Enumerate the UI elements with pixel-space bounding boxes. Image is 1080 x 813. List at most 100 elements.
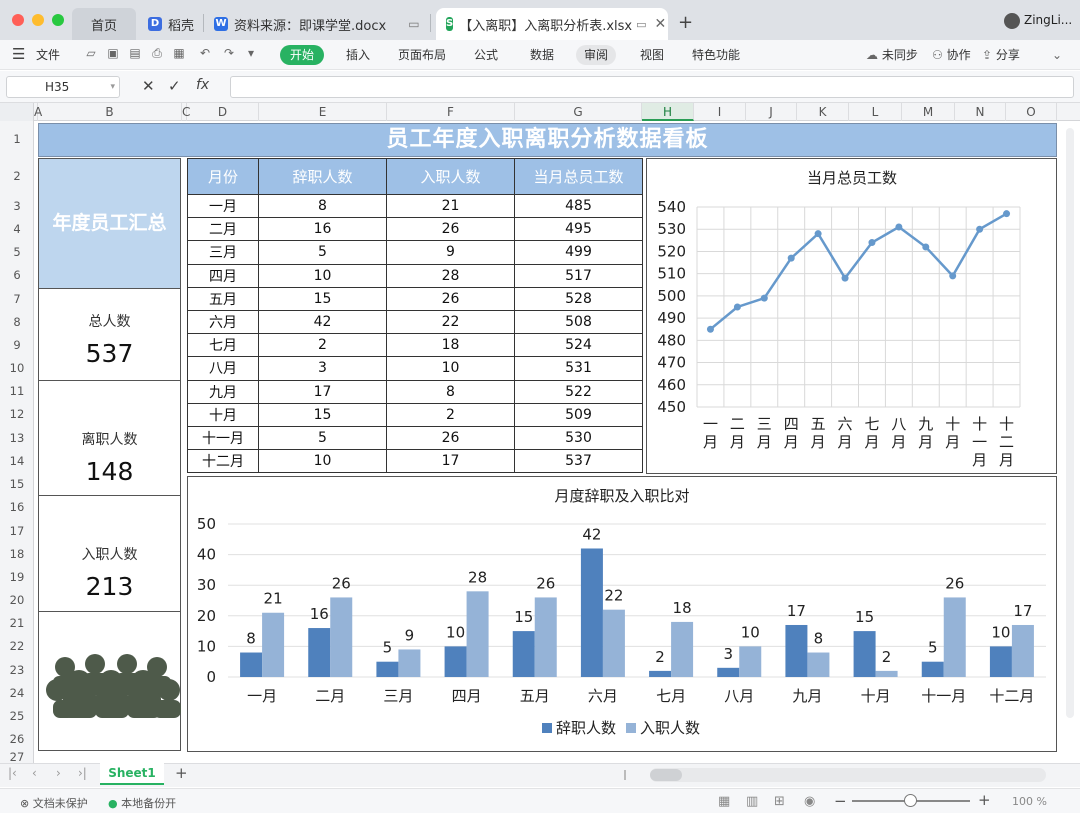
month-cell[interactable]: 二月 — [187, 217, 259, 242]
total-cell[interactable]: 495 — [514, 217, 643, 242]
column-header-e[interactable]: E — [259, 103, 387, 121]
row-header-26[interactable]: 26 — [0, 728, 34, 751]
hired-cell[interactable]: 2 — [386, 402, 515, 427]
resigned-cell[interactable]: 15 — [258, 286, 387, 311]
total-cell[interactable]: 524 — [514, 333, 643, 358]
row-header-1[interactable]: 1 — [0, 121, 34, 158]
row-header-18[interactable]: 18 — [0, 543, 34, 566]
menu-insert[interactable]: 插入 — [346, 45, 370, 65]
tab-docer[interactable]: D 稻壳 — [138, 8, 204, 40]
next-sheet-icon[interactable]: › — [56, 766, 61, 780]
tab-xlsx[interactable]: S 【入离职】入离职分析表.xlsx ▭ ✕ — [436, 8, 668, 40]
month-cell[interactable]: 五月 — [187, 286, 259, 311]
horizontal-scrollbar-track[interactable] — [650, 768, 1046, 782]
total-cell[interactable]: 517 — [514, 263, 643, 288]
resigned-cell[interactable]: 17 — [258, 379, 387, 404]
total-cell[interactable]: 531 — [514, 356, 643, 381]
cancel-edit-icon[interactable]: ✕ — [142, 77, 155, 95]
total-cell[interactable]: 499 — [514, 240, 643, 265]
total-cell[interactable]: 509 — [514, 402, 643, 427]
menu-formula[interactable]: 公式 — [474, 45, 498, 65]
close-window-button[interactable] — [12, 14, 24, 26]
row-header-12[interactable]: 12 — [0, 403, 34, 426]
column-header-b[interactable]: B — [38, 103, 182, 121]
hired-cell[interactable]: 17 — [386, 449, 515, 474]
column-header-f[interactable]: F — [387, 103, 515, 121]
minimize-window-button[interactable] — [32, 14, 44, 26]
hamburger-menu-icon[interactable]: ☰ — [12, 45, 25, 63]
pin-window-icon[interactable]: ▭ — [408, 17, 419, 31]
resigned-cell[interactable]: 10 — [258, 449, 387, 474]
row-header-24[interactable]: 24 — [0, 682, 34, 705]
formula-input[interactable] — [230, 76, 1074, 98]
total-cell[interactable]: 530 — [514, 425, 643, 451]
row-header-5[interactable]: 5 — [0, 241, 34, 264]
row-header-16[interactable]: 16 — [0, 496, 34, 519]
column-header-g[interactable]: G — [515, 103, 642, 121]
month-cell[interactable]: 七月 — [187, 333, 259, 358]
month-cell[interactable]: 十二月 — [187, 449, 259, 474]
eye-protection-icon[interactable]: ◉ — [804, 794, 815, 809]
confirm-edit-icon[interactable]: ✓ — [168, 77, 181, 95]
row-header-13[interactable]: 13 — [0, 426, 34, 450]
user-name[interactable]: ZingLi... — [1024, 13, 1072, 27]
sheet-tab-sheet1[interactable]: Sheet1 — [100, 763, 164, 785]
collaborate-button[interactable]: ⚇ 协作 — [932, 45, 971, 65]
resigned-cell[interactable]: 15 — [258, 402, 387, 427]
name-box[interactable]: H35 ▾ — [6, 76, 120, 98]
menu-view[interactable]: 视图 — [640, 45, 664, 65]
line-chart-panel[interactable]: 当月总员工数 450 460 470 480 490 500 510 520 530 540 一月 二月… — [646, 158, 1057, 474]
column-header-h[interactable]: H — [642, 103, 694, 121]
total-cell[interactable]: 485 — [514, 193, 643, 219]
hired-cell[interactable]: 8 — [386, 379, 515, 404]
month-cell[interactable]: 十月 — [187, 402, 259, 427]
resigned-cell[interactable]: 8 — [258, 193, 387, 219]
menu-page-layout[interactable]: 页面布局 — [398, 45, 446, 65]
column-header-j[interactable]: J — [746, 103, 797, 121]
resigned-cell[interactable]: 10 — [258, 263, 387, 288]
open-folder-icon[interactable]: ▱ — [84, 46, 98, 60]
customize-toolbar-icon[interactable]: ▾ — [244, 46, 258, 60]
resigned-cell[interactable]: 16 — [258, 217, 387, 242]
hired-cell[interactable]: 26 — [386, 425, 515, 451]
insert-function-icon[interactable]: fx — [196, 77, 209, 93]
total-cell[interactable]: 537 — [514, 449, 643, 474]
zoom-in-button[interactable]: + — [978, 791, 991, 809]
month-cell[interactable]: 四月 — [187, 263, 259, 288]
row-header-20[interactable]: 20 — [0, 589, 34, 612]
column-header-k[interactable]: K — [797, 103, 849, 121]
hired-cell[interactable]: 26 — [386, 286, 515, 311]
zoom-slider-thumb[interactable] — [904, 794, 917, 807]
row-header-3[interactable]: 3 — [0, 195, 34, 218]
row-header-9[interactable]: 9 — [0, 334, 34, 357]
hired-cell[interactable]: 22 — [386, 309, 515, 335]
bar-chart-panel[interactable]: 月度辞职及入职比对 0 10 20 30 40 50 8 21 一月 16 26 二月 5 9 三月 10 28 四… — [187, 476, 1057, 752]
zoom-level[interactable]: 100 % — [1012, 795, 1047, 808]
total-cell[interactable]: 508 — [514, 309, 643, 335]
column-header-l[interactable]: L — [849, 103, 902, 121]
page-layout-view-icon[interactable]: ⊞ — [774, 794, 785, 809]
first-sheet-icon[interactable]: |‹ — [8, 766, 17, 780]
resigned-cell[interactable]: 2 — [258, 333, 387, 358]
column-header-m[interactable]: M — [902, 103, 955, 121]
month-cell[interactable]: 九月 — [187, 379, 259, 404]
resigned-cell[interactable]: 5 — [258, 425, 387, 451]
column-header-n[interactable]: N — [955, 103, 1006, 121]
tab-home[interactable]: 首页 — [72, 8, 136, 40]
menu-special-features[interactable]: 特色功能 — [692, 45, 740, 65]
row-header-17[interactable]: 17 — [0, 519, 34, 543]
hired-cell[interactable]: 21 — [386, 193, 515, 219]
month-cell[interactable]: 十一月 — [187, 425, 259, 451]
name-box-dropdown-icon[interactable]: ▾ — [110, 77, 115, 97]
row-header-22[interactable]: 22 — [0, 635, 34, 658]
month-cell[interactable]: 六月 — [187, 309, 259, 335]
page-break-view-icon[interactable]: ▥ — [746, 794, 758, 809]
avatar[interactable] — [1004, 13, 1020, 29]
last-sheet-icon[interactable]: ›| — [78, 766, 87, 780]
resigned-cell[interactable]: 42 — [258, 309, 387, 335]
total-cell[interactable]: 528 — [514, 286, 643, 311]
close-tab-icon[interactable]: ✕ — [655, 16, 667, 32]
row-header-8[interactable]: 8 — [0, 311, 34, 334]
undo-icon[interactable]: ↶ — [198, 46, 212, 60]
hired-cell[interactable]: 26 — [386, 217, 515, 242]
